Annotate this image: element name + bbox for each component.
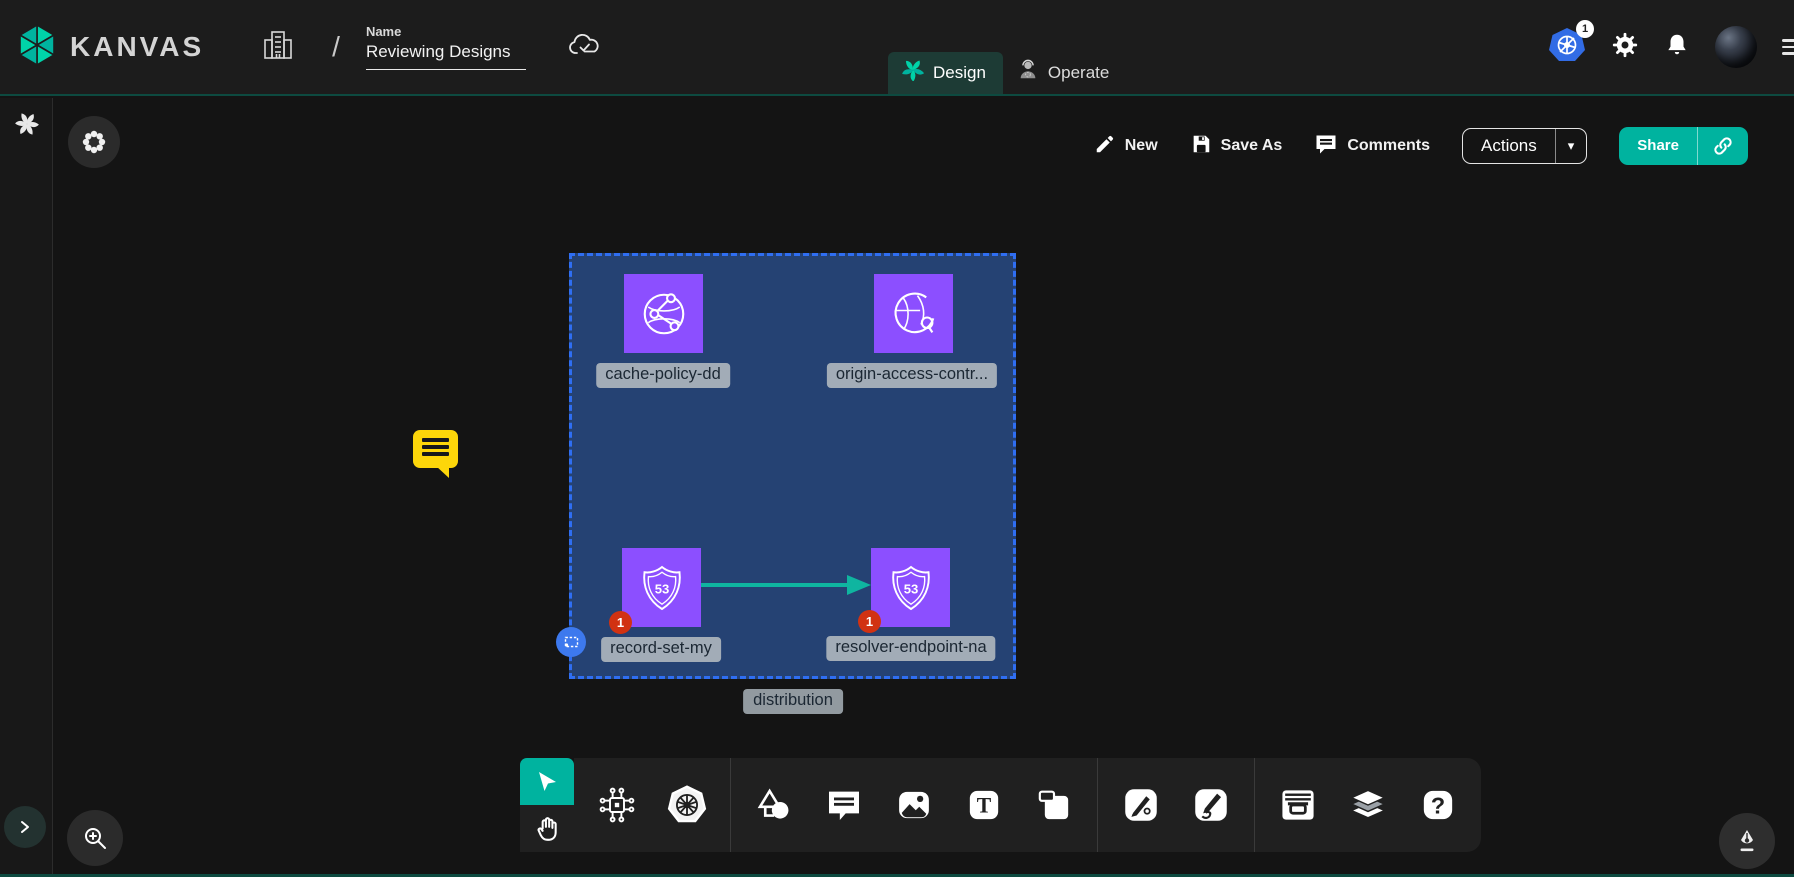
pencil-icon	[1094, 133, 1116, 160]
tab-operate-label: Operate	[1048, 63, 1109, 83]
svg-text:T: T	[977, 794, 992, 818]
node-label[interactable]: cache-policy-dd	[596, 363, 730, 388]
error-count-badge[interactable]: 1	[609, 611, 632, 634]
node-label[interactable]: resolver-endpoint-na	[826, 636, 995, 661]
kanvas-app: KANVAS / Name Reviewing Designs	[0, 0, 1794, 877]
tab-design-label: Design	[933, 63, 986, 83]
actions-split-button: Actions ▾	[1462, 128, 1587, 164]
circuit-mesh-tool[interactable]	[594, 782, 640, 828]
tab-design[interactable]: Design	[888, 52, 1003, 94]
svg-text:?: ?	[1431, 792, 1445, 818]
layers-tool[interactable]	[1345, 782, 1391, 828]
comment-tail	[436, 466, 449, 478]
dock-section-infra	[574, 758, 730, 852]
pen-path-tool[interactable]	[1118, 782, 1164, 828]
top-header: KANVAS / Name Reviewing Designs	[0, 0, 1794, 96]
node-origin-access-icon[interactable]	[874, 274, 953, 353]
shapes-tool[interactable]	[751, 782, 797, 828]
share-split-button: Share	[1619, 127, 1748, 165]
logo-text: KANVAS	[70, 31, 204, 63]
save-as-button[interactable]: Save As	[1190, 133, 1283, 160]
copy-link-button[interactable]	[1697, 127, 1748, 165]
left-rail	[0, 98, 53, 874]
notifications-bell-icon[interactable]	[1664, 32, 1690, 63]
canvas-comment-pin[interactable]	[413, 430, 458, 468]
save-as-label: Save As	[1221, 137, 1283, 155]
node-label[interactable]: origin-access-contr...	[827, 363, 997, 388]
zoom-in-button[interactable]	[67, 810, 123, 866]
node-cache-policy-icon[interactable]	[624, 274, 703, 353]
settings-gear-icon[interactable]	[1611, 31, 1639, 64]
operate-person-icon	[1017, 59, 1039, 86]
kubernetes-tool[interactable]	[664, 782, 710, 828]
text-tool[interactable]: T	[961, 782, 1007, 828]
comments-bubble-icon	[1314, 132, 1338, 161]
bottom-tool-dock: T	[520, 758, 1481, 852]
new-button[interactable]: New	[1094, 133, 1158, 160]
header-left: KANVAS / Name Reviewing Designs	[14, 0, 602, 94]
group-label-distribution[interactable]: distribution	[743, 689, 843, 714]
pointer-tools	[520, 758, 574, 852]
tab-operate[interactable]: Operate	[1003, 52, 1126, 94]
sticky-note-tool[interactable]	[1031, 782, 1077, 828]
pencil-sketch-tool[interactable]	[1188, 782, 1234, 828]
hamburger-menu-icon[interactable]	[1782, 39, 1794, 55]
share-button[interactable]: Share	[1619, 127, 1697, 165]
dock-bar: T	[574, 758, 1481, 852]
comments-label: Comments	[1347, 137, 1430, 155]
actions-dropdown-caret[interactable]: ▾	[1555, 129, 1587, 163]
cursor-tool-selected[interactable]	[520, 758, 574, 805]
drawer-tool[interactable]	[1275, 782, 1321, 828]
kanvas-logo-icon[interactable]	[14, 22, 60, 73]
node-resolver-endpoint-icon[interactable]: 53	[871, 548, 950, 627]
design-name-input[interactable]: Reviewing Designs	[366, 42, 526, 70]
spiral-icon[interactable]	[14, 111, 40, 142]
dock-section-manage: ?	[1254, 758, 1481, 852]
canvas-action-bar: New Save As Comments	[1094, 127, 1748, 165]
kubernetes-count-badge: 1	[1576, 20, 1594, 38]
dock-section-content: T	[730, 758, 1097, 852]
selected-group-distribution[interactable]: cache-policy-dd origin-access-contr... 5…	[569, 253, 1016, 679]
flower-menu-button[interactable]	[68, 116, 120, 168]
cloud-saved-icon	[568, 31, 602, 64]
user-avatar[interactable]	[1715, 26, 1757, 68]
comments-button[interactable]: Comments	[1314, 132, 1430, 161]
help-tool[interactable]: ?	[1415, 782, 1461, 828]
comment-tool[interactable]	[821, 782, 867, 828]
design-spiral-icon	[902, 59, 924, 86]
image-tool[interactable]	[891, 782, 937, 828]
new-label: New	[1125, 137, 1158, 155]
svg-text:53: 53	[903, 581, 918, 596]
expand-sidebar-button[interactable]	[4, 806, 46, 848]
name-field-label: Name	[366, 24, 526, 39]
group-select-handle[interactable]	[556, 627, 586, 657]
actions-button[interactable]: Actions	[1463, 129, 1555, 163]
dock-section-draw	[1097, 758, 1254, 852]
header-right: 1	[1548, 0, 1794, 94]
mode-tabs: Design Operate	[888, 52, 1126, 94]
node-record-set-icon[interactable]: 53	[622, 548, 701, 627]
kubernetes-context-button[interactable]: 1	[1548, 26, 1586, 69]
organization-icon[interactable]	[262, 28, 294, 67]
breadcrumb-separator: /	[332, 31, 340, 63]
node-label[interactable]: record-set-my	[601, 637, 721, 662]
pen-nib-button[interactable]	[1719, 813, 1775, 869]
design-name-field: Name Reviewing Designs	[366, 24, 526, 70]
save-floppy-icon	[1190, 133, 1212, 160]
error-count-badge[interactable]: 1	[858, 610, 881, 633]
comment-lines	[422, 438, 449, 456]
svg-text:53: 53	[654, 581, 669, 596]
hand-pan-tool[interactable]	[520, 805, 574, 852]
edge-record-to-resolver[interactable]	[697, 570, 877, 600]
